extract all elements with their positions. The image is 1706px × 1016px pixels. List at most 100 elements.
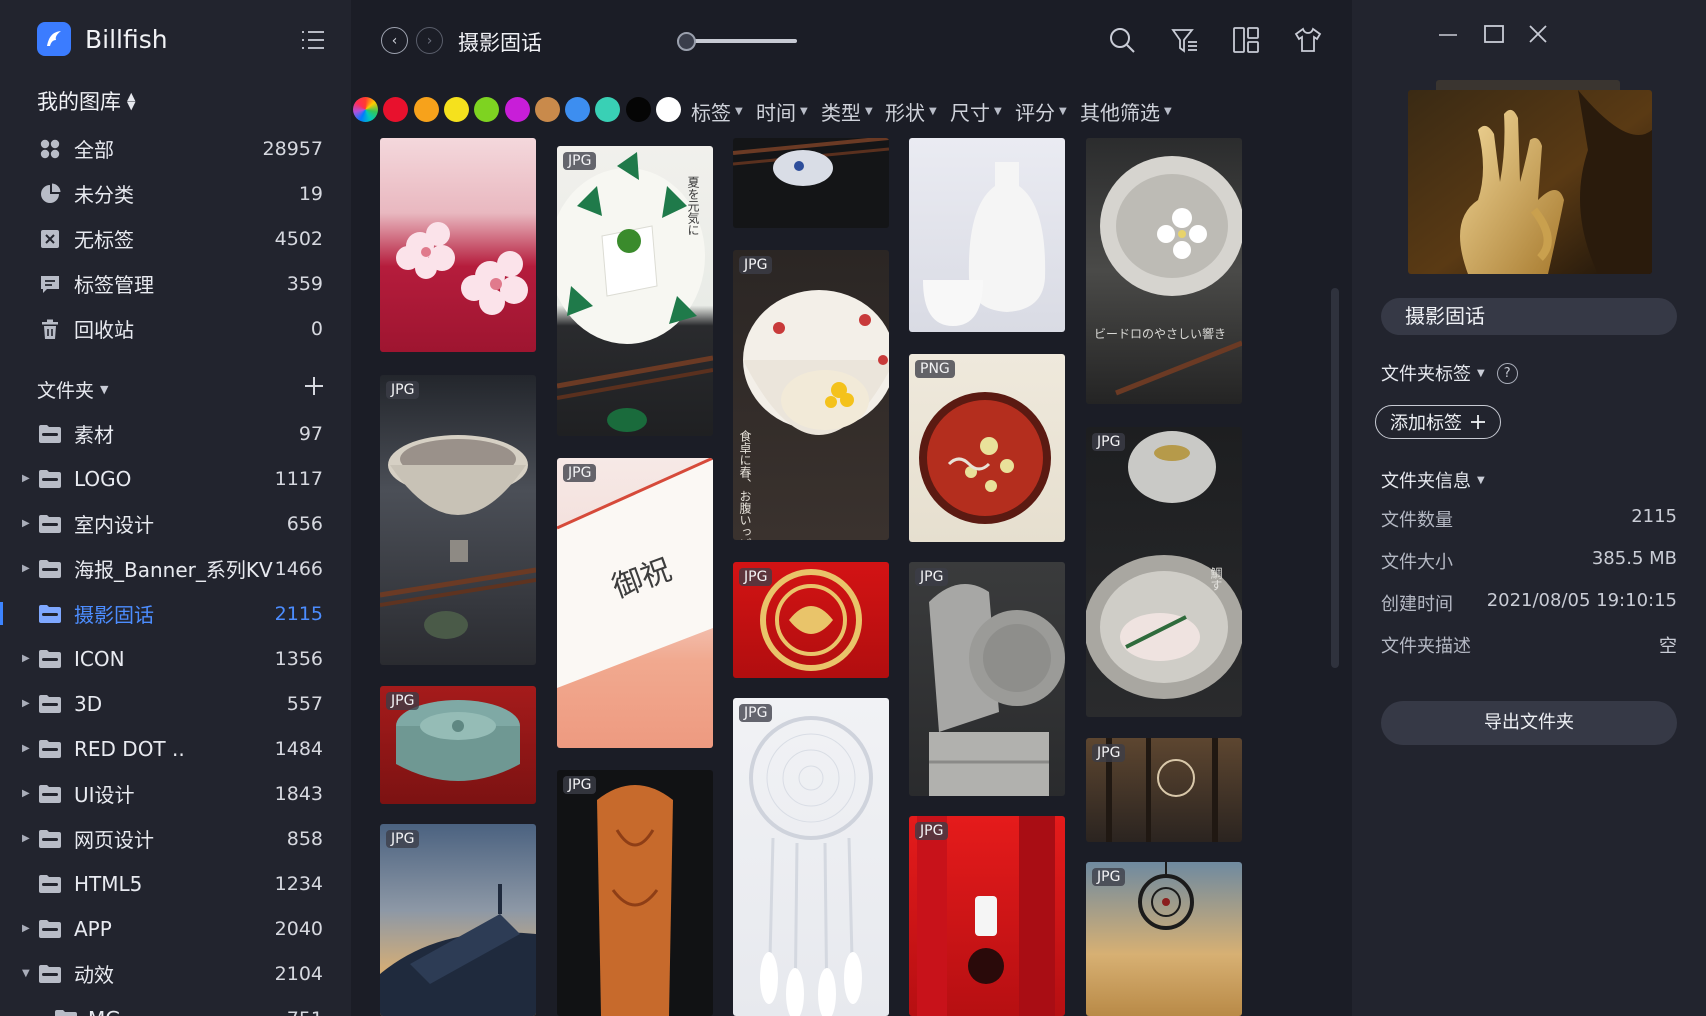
thumbnail[interactable]: 食卓に春、お腹いっぱい春。 JPG <box>733 250 889 540</box>
folder-count: 1234 <box>274 872 323 895</box>
nav-item-untagged[interactable]: 无标签 4502 <box>0 216 351 261</box>
caret-right-icon[interactable]: ▶ <box>22 923 30 934</box>
filter-dropdown[interactable]: 其他筛选 ▼ <box>1080 97 1172 126</box>
folder-item[interactable]: ▶ RED DOT .. 1484 <box>0 726 351 771</box>
folder-tags-section[interactable]: 文件夹标签 ▼ ? <box>1381 360 1518 386</box>
thumbnail[interactable]: JPG <box>557 770 713 1016</box>
thumbnail-size-slider[interactable] <box>677 32 797 51</box>
add-tag-button[interactable]: 添加标签 <box>1375 405 1501 439</box>
folder-item[interactable]: ▶ ICON 1356 <box>0 636 351 681</box>
filter-dropdown[interactable]: 标签 ▼ <box>691 97 743 126</box>
color-swatch[interactable] <box>595 97 621 122</box>
caret-right-icon[interactable]: ▶ <box>22 743 30 754</box>
folder-item[interactable]: ▶ UI设计 1843 <box>0 771 351 816</box>
folder-item[interactable]: ▶ APP 2040 <box>0 906 351 951</box>
thumbnail[interactable]: JPG <box>733 562 889 678</box>
filter-dropdown[interactable]: 时间 ▼ <box>756 97 808 126</box>
caret-right-icon[interactable]: ▶ <box>22 518 30 529</box>
thumbnail[interactable] <box>380 138 536 352</box>
color-swatch[interactable] <box>504 97 530 122</box>
back-button[interactable]: ‹ <box>381 27 408 54</box>
folder-item[interactable]: ▶ LOGO 1117 <box>0 456 351 501</box>
folder-item[interactable]: ▼ 动效 2104 <box>0 951 351 996</box>
list-menu-icon[interactable] <box>300 27 326 53</box>
filter-dropdown[interactable]: 类型 ▼ <box>821 97 873 126</box>
folder-name-field[interactable]: 摄影固话 <box>1381 298 1677 335</box>
caret-down-icon[interactable]: ▼ <box>22 968 30 979</box>
thumbnail[interactable]: JPG <box>733 698 889 1016</box>
slider-knob[interactable] <box>677 32 696 51</box>
color-swatch[interactable] <box>413 97 439 122</box>
add-folder-button[interactable] <box>302 374 326 398</box>
maximize-button[interactable] <box>1482 22 1506 46</box>
folder-tags-title: 文件夹标签 <box>1381 364 1471 385</box>
folder-count: 1356 <box>274 647 323 670</box>
thumbnail[interactable]: JPG <box>909 816 1065 1016</box>
caret-right-icon[interactable]: ▶ <box>22 563 30 574</box>
minimize-button[interactable] <box>1436 22 1460 46</box>
folder-item[interactable]: MG 751 <box>0 996 351 1016</box>
nav-item-tag-manage[interactable]: 标签管理 359 <box>0 261 351 306</box>
caret-right-icon[interactable]: ▶ <box>22 473 30 484</box>
folder-item[interactable]: ▶ 海报_Banner_系列KV 1466 <box>0 546 351 591</box>
color-swatch[interactable] <box>443 97 469 122</box>
thumbnail[interactable]: ビードロのやさしい響き <box>1086 138 1242 404</box>
thumbnail[interactable]: 御祝 JPG <box>557 458 713 748</box>
nav-item-uncategorized[interactable]: 未分类 19 <box>0 171 351 216</box>
thumbnail[interactable]: JPG <box>380 686 536 804</box>
folder-item[interactable]: ▶ 室内设计 656 <box>0 501 351 546</box>
color-swatch[interactable] <box>565 97 591 122</box>
folder-label: 室内设计 <box>74 513 154 537</box>
grid-scrollbar[interactable] <box>1331 288 1339 668</box>
thumbnail[interactable] <box>733 138 889 228</box>
filter-dropdown[interactable]: 评分 ▼ <box>1015 97 1067 126</box>
folder-item[interactable]: 素材 97 <box>0 411 351 456</box>
color-swatch[interactable] <box>625 97 651 122</box>
filter-dropdown[interactable]: 尺寸 ▼ <box>950 97 1002 126</box>
thumbnail[interactable] <box>909 138 1065 332</box>
thumbnail[interactable]: JPG <box>380 375 536 665</box>
thumbnail[interactable]: JPG <box>1086 862 1242 1016</box>
nav-item-all[interactable]: 全部 28957 <box>0 126 351 171</box>
folder-item[interactable]: ▶ 网页设计 858 <box>0 816 351 861</box>
folder-item[interactable]: 摄影固话 2115 <box>0 591 351 636</box>
help-icon[interactable]: ? <box>1496 362 1518 384</box>
close-button[interactable] <box>1526 22 1550 46</box>
filter-button[interactable] <box>1170 25 1200 55</box>
info-row-created: 创建时间 2021/08/05 19:10:15 <box>1381 590 1677 618</box>
folders-section-toggle[interactable]: 文件夹 ▼ <box>37 376 108 403</box>
folder-count: 1843 <box>274 782 323 805</box>
thumbnail[interactable]: 夏を元気に JPG <box>557 146 713 436</box>
info-row-file-count: 文件数量 2115 <box>1381 506 1677 534</box>
thumbnail[interactable]: PNG <box>909 354 1065 542</box>
caret-right-icon[interactable]: ▶ <box>22 833 30 844</box>
caret-right-icon[interactable]: ▶ <box>22 653 30 664</box>
forward-button[interactable]: › <box>416 27 443 54</box>
caret-right-icon[interactable]: ▶ <box>22 698 30 709</box>
nav-item-trash[interactable]: 回收站 0 <box>0 306 351 351</box>
color-swatch[interactable] <box>383 97 409 122</box>
layout-button[interactable] <box>1231 25 1261 55</box>
search-button[interactable] <box>1107 25 1137 55</box>
thumbnail[interactable]: JPG <box>1086 738 1242 842</box>
library-selector[interactable]: 我的图库 ▲ ▼ <box>37 86 135 116</box>
caret-right-icon[interactable]: ▶ <box>22 788 30 799</box>
thumbnail[interactable]: 鯛す JPG <box>1086 427 1242 717</box>
rice-bowl-image <box>380 435 536 639</box>
skin-button[interactable] <box>1293 25 1323 55</box>
filter-dropdown[interactable]: 形状 ▼ <box>885 97 937 126</box>
folder-item[interactable]: HTML5 1234 <box>0 861 351 906</box>
thumbnail[interactable]: JPG <box>380 824 536 1016</box>
color-swatch[interactable] <box>474 97 500 122</box>
cover-image[interactable] <box>1408 90 1652 274</box>
all-colors-swatch[interactable] <box>353 97 378 122</box>
folder-info-section[interactable]: 文件夹信息 ▼ <box>1381 467 1485 493</box>
thumbnail[interactable]: JPG <box>909 562 1065 796</box>
folder-item[interactable]: ▶ 3D 557 <box>0 681 351 726</box>
color-swatch[interactable] <box>534 97 560 122</box>
caret-down-icon: ▼ <box>1477 474 1485 486</box>
info-value[interactable]: 空 <box>1659 632 1677 658</box>
color-swatch[interactable] <box>656 97 681 122</box>
export-folder-button[interactable]: 导出文件夹 <box>1381 701 1677 745</box>
filter-label: 评分 <box>1015 101 1055 125</box>
